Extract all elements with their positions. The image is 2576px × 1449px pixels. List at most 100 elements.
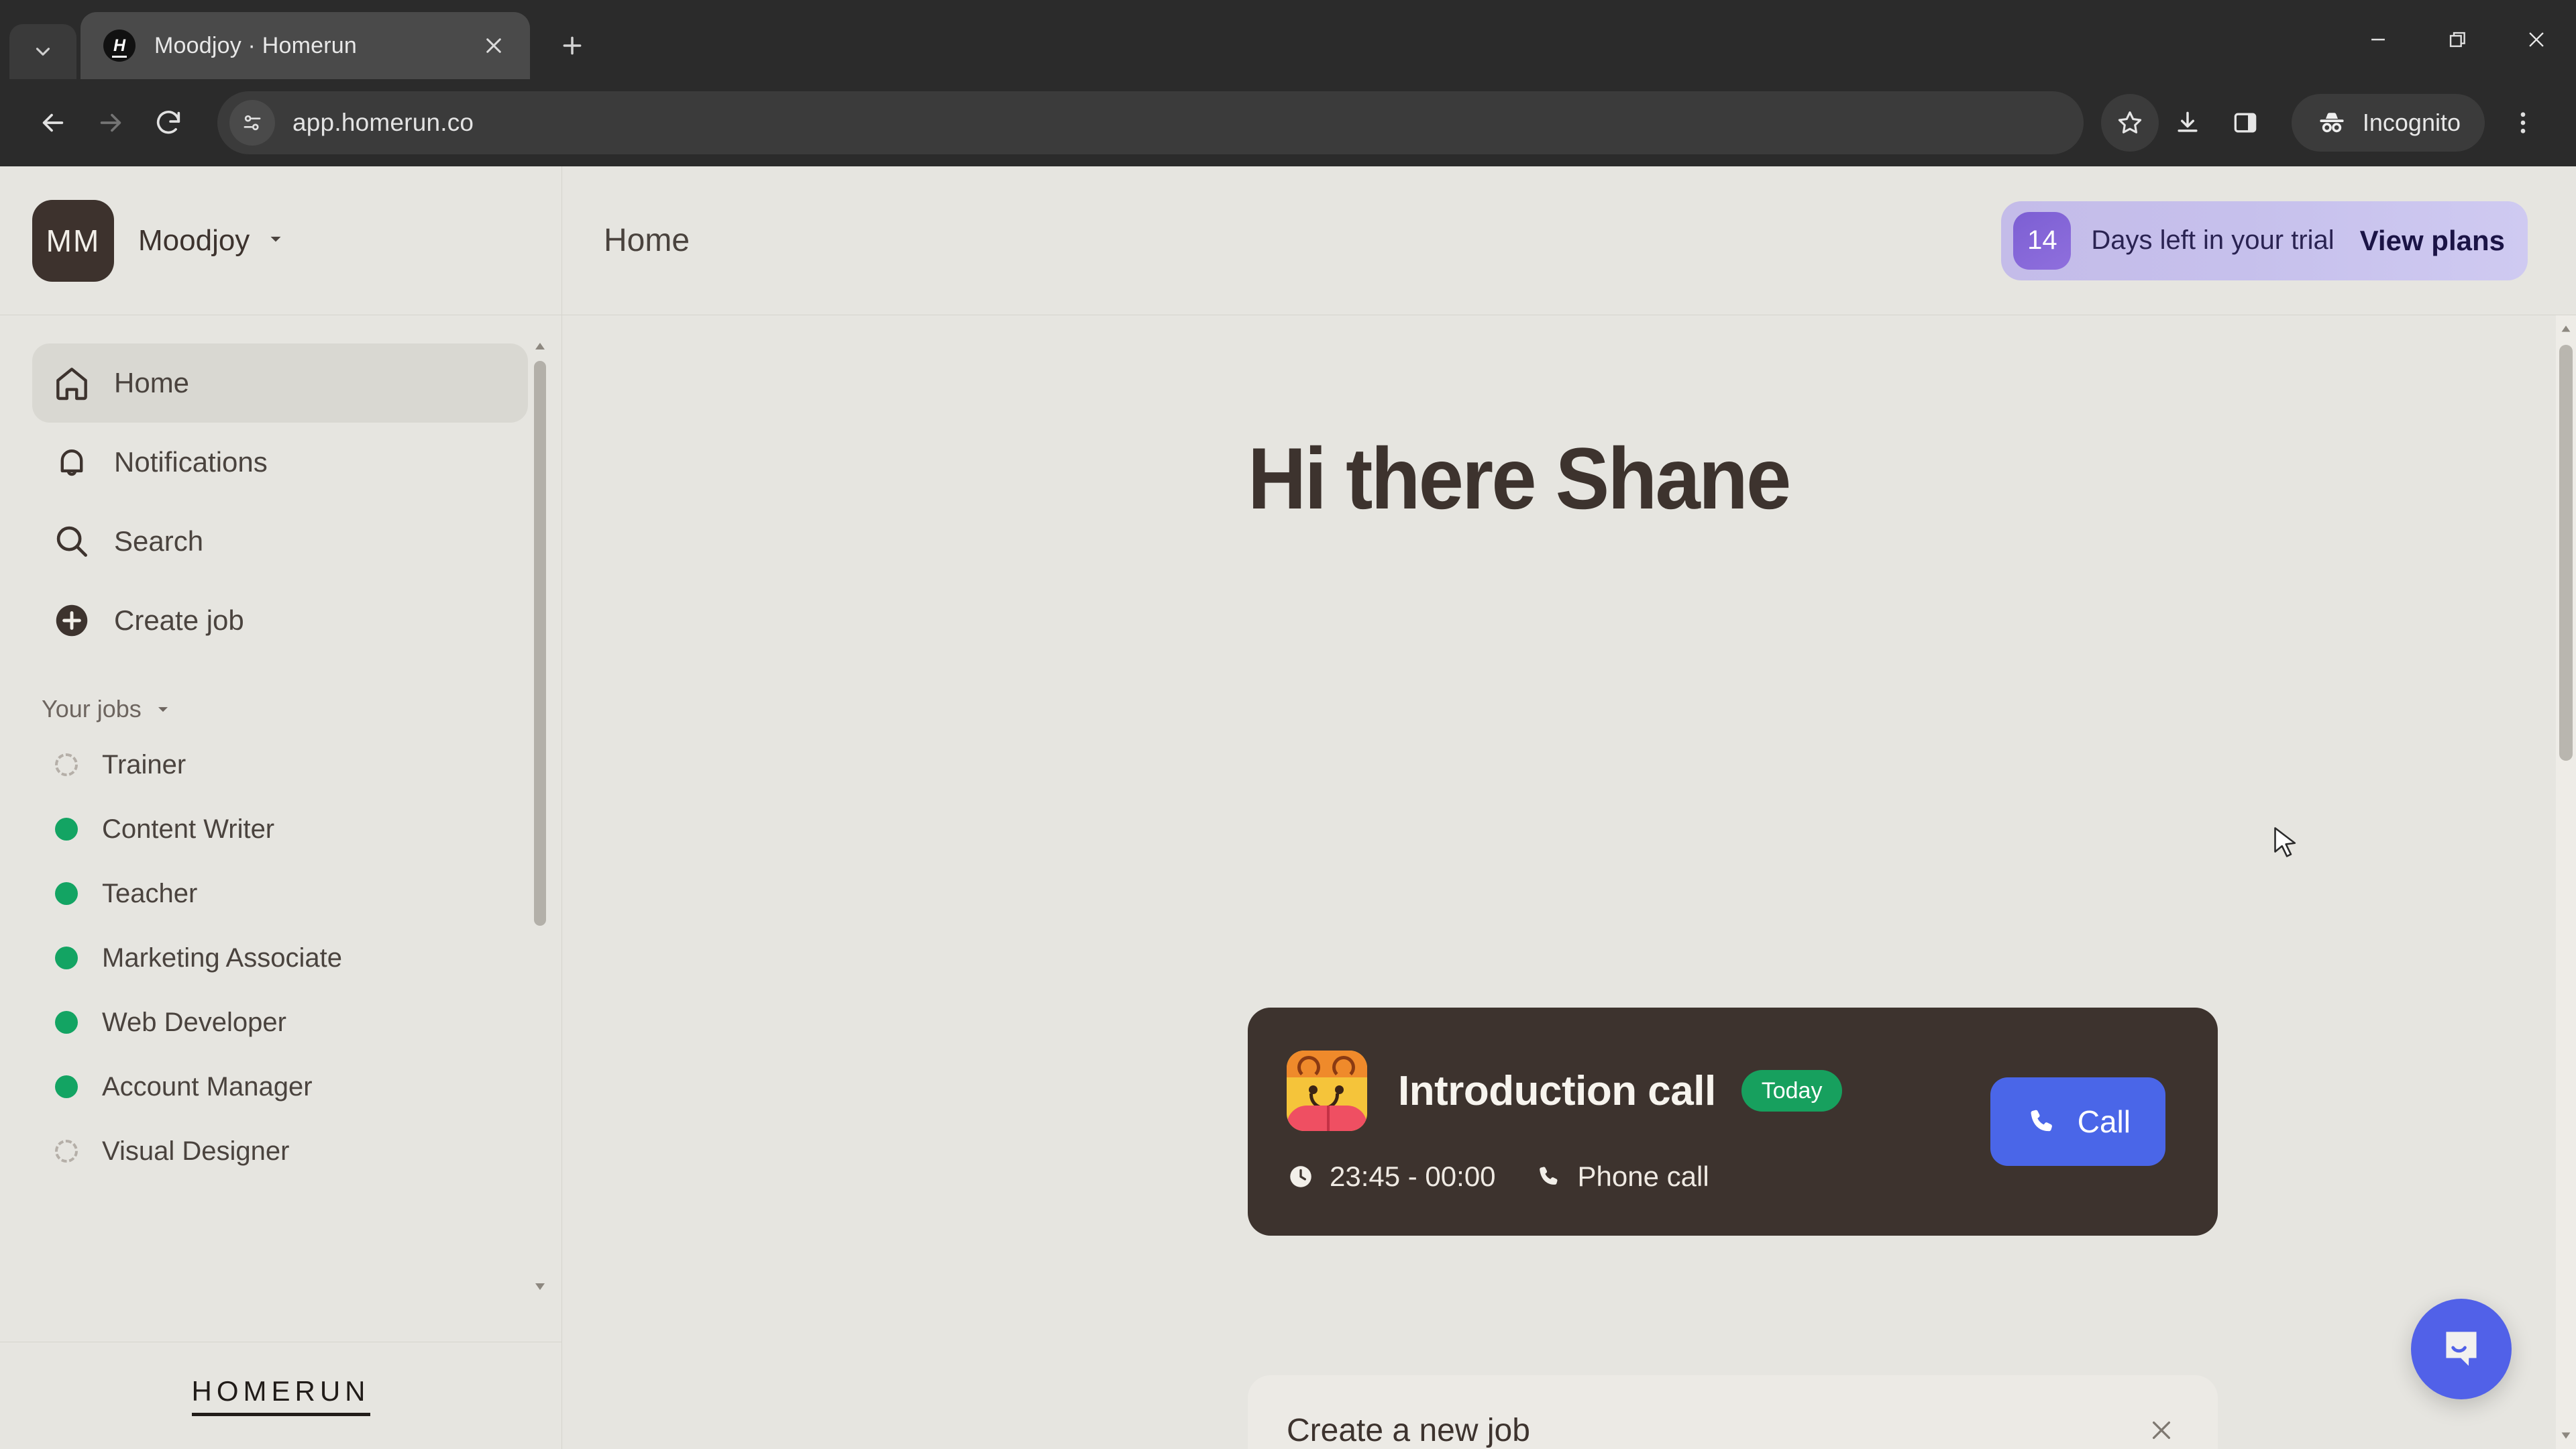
window-controls (2339, 0, 2576, 79)
window-minimize-button[interactable] (2339, 0, 2418, 79)
create-new-job-panel: Create a new job No template (1248, 1375, 2218, 1449)
job-status-dot (55, 1075, 78, 1098)
page-scrollbar-thumb[interactable] (2559, 345, 2573, 761)
scroll-up-arrow-icon[interactable] (532, 338, 548, 354)
close-icon (2529, 32, 2544, 47)
event-meta-row: 23:45 - 00:00 Phone call (1287, 1161, 1990, 1193)
sidebar-job-trainer[interactable]: Trainer (0, 733, 561, 797)
address-bar[interactable]: app.homerun.co (217, 91, 2084, 154)
call-button-label: Call (2077, 1104, 2131, 1139)
sliders-icon (244, 115, 261, 131)
trial-days-badge: 14 (2013, 211, 2072, 270)
arrow-right-icon (100, 113, 121, 132)
your-jobs-section-toggle[interactable]: Your jobs (42, 695, 561, 723)
search-icon (51, 521, 99, 562)
homerun-logo-underline (191, 1413, 370, 1416)
upcoming-event-card[interactable]: Introduction call Today 23:45 - 00:00 Ph… (1248, 1008, 2218, 1236)
event-details: Introduction call Today 23:45 - 00:00 Ph… (1287, 1051, 1990, 1193)
job-label: Web Developer (102, 1007, 286, 1037)
sidebar-item-search[interactable]: Search (32, 502, 528, 581)
bell-icon (51, 441, 99, 483)
sidebar-item-label: Notifications (114, 446, 268, 478)
sidebar-scrollbar-track[interactable] (534, 361, 546, 1272)
sidebar-job-visual-designer[interactable]: Visual Designer (0, 1119, 561, 1183)
sidebar: MM Moodjoy Home Notifications Search Cre… (0, 166, 562, 1449)
tab-close-button[interactable] (476, 28, 511, 63)
close-icon (2152, 1421, 2171, 1440)
homerun-h-icon: H (103, 30, 136, 62)
forward-button[interactable] (82, 94, 140, 152)
page-scrollbar[interactable] (2556, 315, 2576, 1449)
chevron-down-icon (36, 48, 50, 56)
sidebar-job-content-writer[interactable]: Content Writer (0, 797, 561, 861)
sidebar-scrollbar[interactable] (532, 338, 548, 1295)
event-type: Phone call (1535, 1161, 1709, 1193)
clock-icon (1290, 1166, 1311, 1187)
homerun-logo: HOMERUN (191, 1375, 370, 1416)
create-new-job-title: Create a new job (1287, 1412, 1530, 1448)
call-button[interactable]: Call (1990, 1077, 2165, 1166)
chevron-down-icon (158, 707, 168, 712)
sidebar-job-web-developer[interactable]: Web Developer (0, 990, 561, 1055)
view-plans-link[interactable]: View plans (2360, 225, 2505, 257)
event-type-text: Phone call (1577, 1161, 1709, 1192)
side-panel-button[interactable] (2216, 94, 2274, 152)
new-tab-button[interactable] (545, 18, 600, 73)
job-label: Account Manager (102, 1071, 313, 1102)
incognito-indicator[interactable]: Incognito (2291, 94, 2485, 152)
trial-text: Days left in your trial (2091, 225, 2334, 255)
sidebar-job-marketing-associate[interactable]: Marketing Associate (0, 926, 561, 990)
job-status-dot (55, 882, 78, 905)
sidebar-job-account-manager[interactable]: Account Manager (0, 1055, 561, 1119)
site-settings-icon[interactable] (229, 100, 275, 146)
reload-button[interactable] (140, 94, 197, 152)
your-jobs-label: Your jobs (42, 695, 142, 722)
plus-icon (563, 36, 582, 55)
org-switcher[interactable]: MM Moodjoy (0, 166, 561, 315)
sidebar-item-label: Create job (114, 604, 244, 636)
browser-tab[interactable]: H Moodjoy · Homerun (80, 12, 530, 79)
plus-circle-icon (51, 600, 99, 641)
chat-bubble-icon (2446, 1332, 2477, 1366)
close-panel-button[interactable] (2137, 1406, 2186, 1449)
job-status-dot (55, 753, 78, 776)
close-icon (486, 38, 501, 53)
chevron-down-icon (266, 229, 286, 252)
job-status-dot (55, 818, 78, 841)
tab-title: Moodjoy · Homerun (154, 32, 357, 58)
sidebar-item-home[interactable]: Home (32, 343, 528, 423)
scroll-down-arrow-icon[interactable] (2556, 1422, 2576, 1449)
page-title: Home (604, 223, 690, 258)
job-label: Content Writer (102, 814, 275, 844)
home-icon (51, 362, 99, 404)
sidebar-job-teacher[interactable]: Teacher (0, 861, 561, 926)
job-status-dot (55, 1140, 78, 1163)
sidebar-footer: HOMERUN (0, 1342, 561, 1449)
window-close-button[interactable] (2497, 0, 2576, 79)
job-status-dot (55, 947, 78, 969)
reload-icon (156, 111, 180, 134)
org-name: Moodjoy (138, 223, 250, 257)
scroll-up-arrow-icon[interactable] (2556, 315, 2576, 342)
bookmark-button[interactable] (2100, 94, 2159, 152)
tab-search-button[interactable] (9, 24, 76, 79)
sidebar-item-label: Home (114, 367, 190, 398)
downloads-button[interactable] (2159, 94, 2216, 152)
window-restore-button[interactable] (2418, 0, 2497, 79)
back-button[interactable] (24, 94, 82, 152)
event-time: 23:45 - 00:00 (1287, 1161, 1496, 1193)
job-label: Visual Designer (102, 1136, 290, 1166)
browser-toolbar: app.homerun.co Incognito (0, 79, 2576, 166)
sidebar-item-notifications[interactable]: Notifications (32, 423, 528, 502)
chat-launcher-button[interactable] (2411, 1299, 2512, 1399)
job-label: Marketing Associate (102, 943, 342, 973)
event-title-row: Introduction call Today (1287, 1051, 1990, 1131)
tab-strip: H Moodjoy · Homerun (0, 0, 2576, 79)
sidebar-scrollbar-thumb[interactable] (534, 361, 546, 926)
phone-icon (1539, 1167, 1558, 1185)
scroll-down-arrow-icon[interactable] (532, 1279, 548, 1295)
minimize-icon (2371, 38, 2385, 41)
browser-menu-button[interactable] (2494, 94, 2552, 152)
sidebar-item-create-job[interactable]: Create job (32, 581, 528, 660)
homerun-logo-text: HOMERUN (191, 1375, 370, 1407)
